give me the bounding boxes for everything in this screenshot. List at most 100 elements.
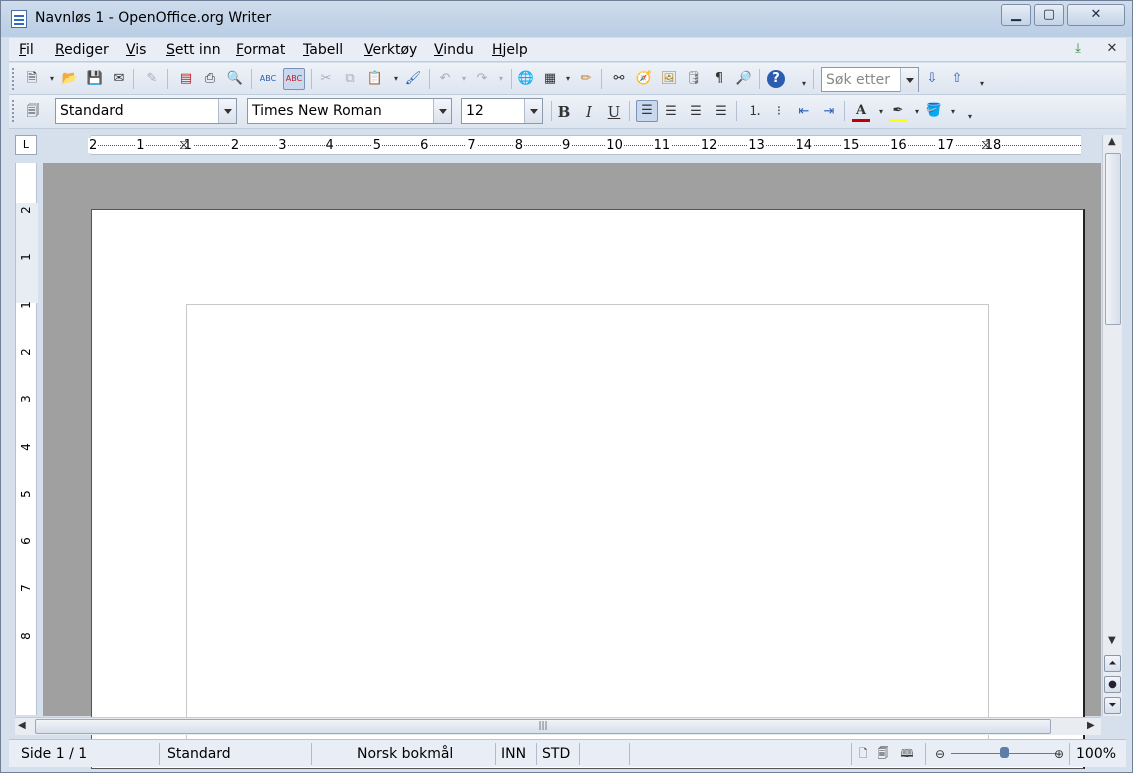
- align-left-button[interactable]: ☰: [636, 100, 658, 122]
- vertical-ruler[interactable]: 2 1 1 2 3 4 5 6 7 8: [15, 163, 38, 715]
- print-preview-icon[interactable]: 🔍: [226, 70, 244, 88]
- vertical-scroll-thumb[interactable]: [1105, 153, 1121, 325]
- tab-stop-selector[interactable]: L: [15, 135, 37, 155]
- menu-tabell[interactable]: Tabell: [303, 42, 343, 58]
- highlight-icon[interactable]: ✒: [889, 102, 907, 120]
- toolbar-grip[interactable]: [12, 100, 15, 122]
- scroll-down-arrow[interactable]: ▼: [1108, 635, 1116, 646]
- previous-page-button[interactable]: ⏶: [1104, 655, 1121, 672]
- format-toolbar-overflow-icon[interactable]: ▾: [961, 108, 979, 126]
- align-right-button[interactable]: ☰: [687, 103, 705, 121]
- export-pdf-icon[interactable]: ▤: [177, 70, 195, 88]
- menu-verktoy[interactable]: Verktøy: [364, 42, 417, 58]
- table-dropdown-icon[interactable]: ▾: [559, 70, 577, 88]
- paste-icon[interactable]: 📋: [366, 70, 384, 88]
- format-paintbrush-icon[interactable]: 🖌: [404, 70, 422, 88]
- next-page-button[interactable]: ⏷: [1104, 697, 1121, 714]
- zoom-icon[interactable]: 🔎: [735, 70, 753, 88]
- find-next-icon[interactable]: ⇩: [923, 70, 941, 88]
- horizontal-scroll-thumb[interactable]: |||: [35, 719, 1051, 734]
- save-icon[interactable]: 💾: [86, 70, 104, 88]
- decrease-indent-icon[interactable]: ⇤: [795, 103, 813, 121]
- redo-icon[interactable]: ↷: [473, 70, 491, 88]
- menu-format[interactable]: Format: [236, 42, 285, 58]
- zoom-out-icon[interactable]: ⊖: [931, 745, 949, 763]
- new-document-icon[interactable]: 🗎: [23, 70, 41, 88]
- menu-vindu[interactable]: Vindu: [434, 42, 474, 58]
- text-boundaries[interactable]: [186, 304, 989, 764]
- bold-button[interactable]: B: [555, 103, 573, 121]
- maximize-button[interactable]: ▢: [1034, 4, 1064, 26]
- zoom-percent[interactable]: 100%: [1076, 746, 1116, 762]
- font-name-dropdown-icon[interactable]: [433, 99, 451, 123]
- update-available-icon[interactable]: ⤓: [1069, 40, 1087, 58]
- menu-sett-inn[interactable]: Sett inn: [166, 42, 221, 58]
- toolbar-grip[interactable]: [12, 68, 15, 90]
- multi-page-view-icon[interactable]: 🗐: [874, 745, 892, 763]
- show-draw-functions-icon[interactable]: ✏: [577, 70, 595, 88]
- background-color-icon[interactable]: 🪣: [925, 102, 943, 120]
- auto-spellcheck-icon[interactable]: ABC: [283, 68, 305, 90]
- margin-marker-icon[interactable]: ⧖: [981, 136, 991, 154]
- page-style-indicator[interactable]: Standard: [167, 746, 231, 762]
- help-icon[interactable]: ?: [767, 70, 785, 88]
- send-mail-icon[interactable]: ✉: [110, 70, 128, 88]
- data-sources-icon[interactable]: 🛢: [685, 70, 703, 88]
- margin-marker-icon[interactable]: ⧖: [179, 136, 189, 154]
- navigator-icon[interactable]: 🧭: [635, 70, 653, 88]
- document-view[interactable]: [43, 163, 1101, 769]
- highlight-dropdown-icon[interactable]: ▾: [908, 103, 926, 121]
- undo-dropdown-icon[interactable]: ▾: [455, 70, 473, 88]
- menu-hjelp[interactable]: Hjelp: [492, 42, 528, 58]
- language-indicator[interactable]: Norsk bokmål: [357, 746, 453, 762]
- horizontal-ruler[interactable]: 2 1 1 2 3 4 5 6 7 8 9 10 11 12 13 14 15 16 17 18 ⧖ ⧖: [88, 135, 1081, 155]
- vertical-scrollbar[interactable]: ▲ ▼: [1102, 135, 1122, 716]
- zoom-in-icon[interactable]: ⊕: [1050, 745, 1068, 763]
- writer-app-icon[interactable]: [11, 10, 27, 28]
- font-name-select[interactable]: Times New Roman: [247, 98, 452, 124]
- single-page-view-icon[interactable]: 🗋: [854, 745, 872, 763]
- undo-icon[interactable]: ↶: [436, 70, 454, 88]
- font-size-dropdown-icon[interactable]: [524, 99, 542, 123]
- justify-button[interactable]: ☰: [712, 103, 730, 121]
- font-color-icon[interactable]: A: [852, 102, 870, 120]
- book-view-icon[interactable]: 🕮: [898, 745, 916, 763]
- gallery-icon[interactable]: 🖼: [660, 70, 678, 88]
- zoom-slider-thumb[interactable]: [1000, 747, 1009, 758]
- new-dropdown-icon[interactable]: ▾: [43, 70, 61, 88]
- italic-button[interactable]: I: [580, 103, 598, 121]
- paste-dropdown-icon[interactable]: ▾: [387, 70, 405, 88]
- hyperlink-icon[interactable]: 🌐: [517, 70, 535, 88]
- background-color-dropdown-icon[interactable]: ▾: [944, 103, 962, 121]
- underline-button[interactable]: U: [605, 103, 623, 121]
- scroll-right-arrow[interactable]: ▶: [1087, 720, 1095, 731]
- font-color-dropdown-icon[interactable]: ▾: [872, 103, 890, 121]
- find-previous-icon[interactable]: ⇧: [948, 70, 966, 88]
- spellcheck-icon[interactable]: ABC: [259, 70, 277, 88]
- redo-dropdown-icon[interactable]: ▾: [492, 70, 510, 88]
- numbered-list-icon[interactable]: ⒈: [746, 103, 764, 121]
- find-toolbar-overflow-icon[interactable]: ▾: [973, 75, 991, 93]
- paragraph-style-dropdown-icon[interactable]: [218, 99, 236, 123]
- horizontal-scrollbar[interactable]: ◀ ||| ▶: [15, 717, 1101, 735]
- open-folder-icon[interactable]: 📂: [61, 70, 79, 88]
- close-document-button[interactable]: ✕: [1103, 40, 1121, 58]
- table-icon[interactable]: ▦: [541, 70, 559, 88]
- print-icon[interactable]: ⎙: [201, 70, 219, 88]
- close-window-button[interactable]: ✕: [1067, 4, 1125, 26]
- menu-rediger[interactable]: Rediger: [55, 42, 109, 58]
- scroll-left-arrow[interactable]: ◀: [18, 720, 26, 731]
- selection-mode-indicator[interactable]: STD: [542, 746, 570, 762]
- font-size-select[interactable]: 12: [461, 98, 543, 124]
- cut-icon[interactable]: ✂: [317, 70, 335, 88]
- find-replace-icon[interactable]: ⚯: [610, 70, 628, 88]
- edit-file-icon[interactable]: ✎: [143, 70, 161, 88]
- minimize-button[interactable]: ▁: [1001, 4, 1031, 26]
- toolbar-overflow-icon[interactable]: ▾: [795, 75, 813, 93]
- paragraph-style-select[interactable]: Standard: [55, 98, 237, 124]
- copy-icon[interactable]: ⧉: [341, 70, 359, 88]
- document-page[interactable]: [91, 209, 1085, 769]
- title-bar[interactable]: Navnløs 1 - OpenOffice.org Writer ▁ ▢ ✕: [1, 1, 1132, 37]
- page-indicator[interactable]: Side 1 / 1: [21, 746, 87, 762]
- menu-fil[interactable]: Fil: [19, 42, 34, 58]
